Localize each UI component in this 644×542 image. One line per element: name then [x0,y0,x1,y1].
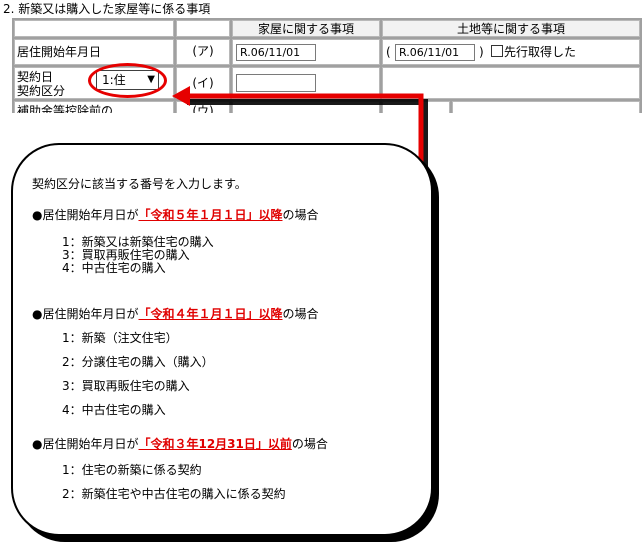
group-date: 「令和３年12月31日」以前 [138,437,292,451]
group-heading: ●居住開始年月日が「令和３年12月31日」以前の場合 [32,437,328,451]
group-prefix: ●居住開始年月日が [32,307,139,321]
arrow-head [172,86,190,106]
list-item: 4：中古住宅の購入 [62,261,166,275]
list-item: 3：買取再販住宅の購入 [62,379,190,393]
callout-intro: 契約区分に該当する番号を入力します。 [32,177,247,191]
list-item: 3：買取再販住宅の購入 [62,248,190,262]
group-heading: ●居住開始年月日が「令和４年１月１日」以降の場合 [32,307,319,321]
group-prefix: ●居住開始年月日が [32,208,139,222]
group-suffix: の場合 [282,208,319,222]
group-date: 「令和５年１月１日」以降 [138,208,283,222]
list-item: 1：新築又は新築住宅の購入 [62,235,214,249]
group-heading: ●居住開始年月日が「令和５年１月１日」以降の場合 [32,208,319,222]
list-item: 1：住宅の新築に係る契約 [62,463,202,477]
list-item: 4：中古住宅の購入 [62,403,166,417]
list-item: 1：新築（注文住宅） [62,331,178,345]
group-suffix: の場合 [282,307,319,321]
list-item: 2：分譲住宅の購入（購入） [62,355,214,369]
group-prefix: ●居住開始年月日が [32,437,139,451]
list-item: 2：新築住宅や中古住宅の購入に係る契約 [62,487,286,501]
group-date: 「令和４年１月１日」以降 [138,307,283,321]
group-suffix: の場合 [291,437,328,451]
